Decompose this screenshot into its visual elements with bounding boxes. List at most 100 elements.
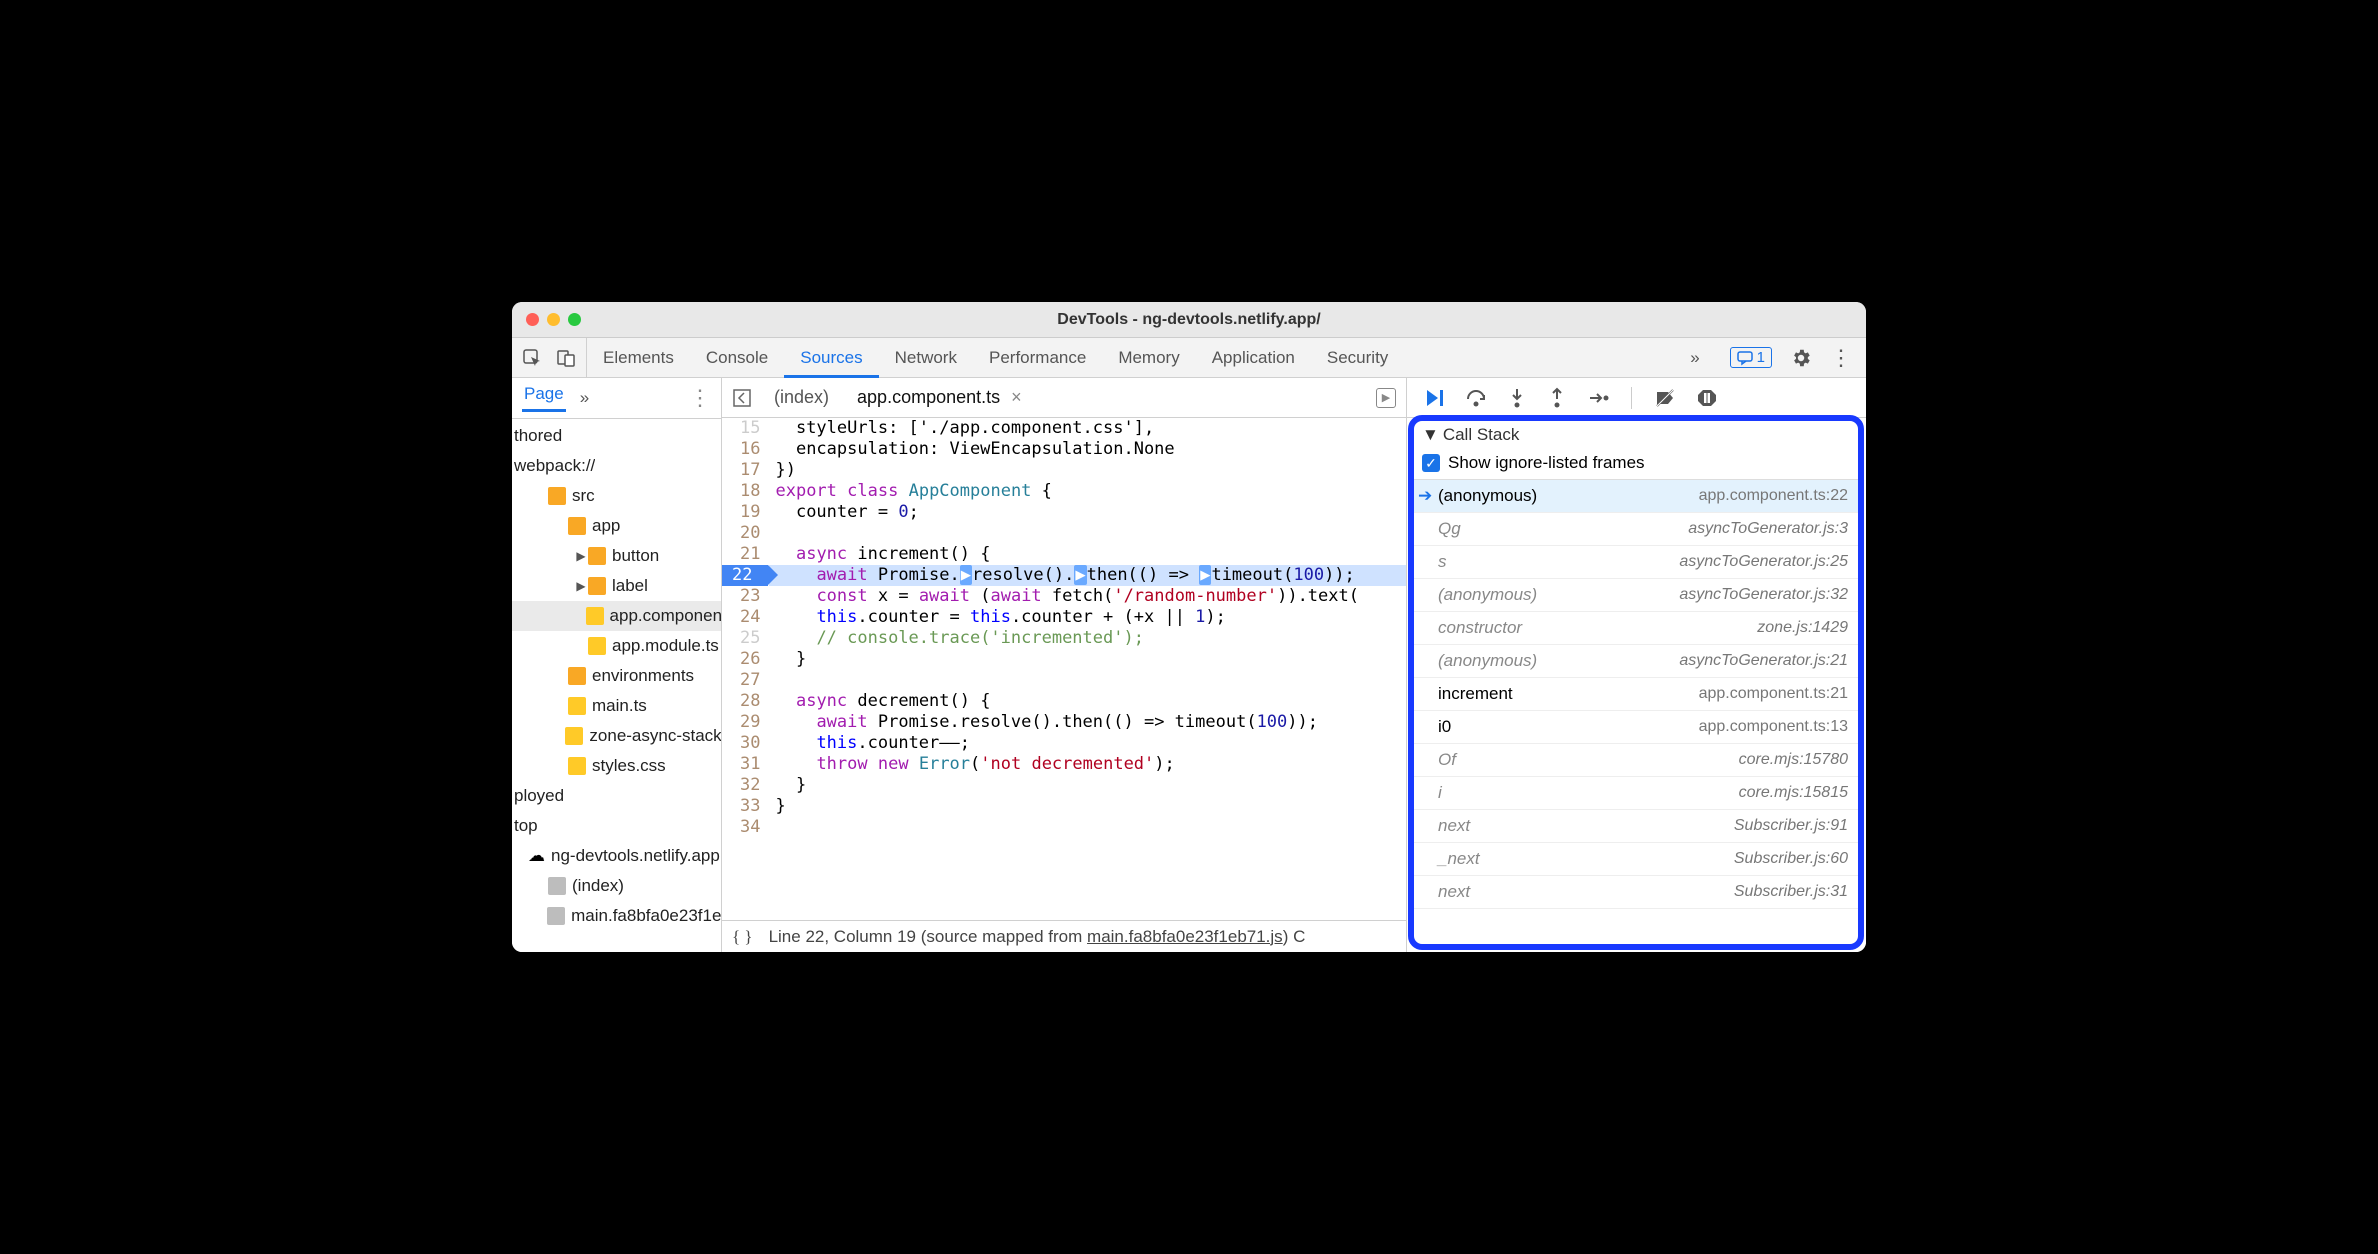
tree-item[interactable]: src (512, 481, 721, 511)
line-number[interactable]: 26 (740, 649, 760, 670)
step-icon[interactable] (1587, 387, 1609, 409)
line-number[interactable]: 31 (740, 754, 760, 775)
run-snippet-icon[interactable]: ▶ (1376, 388, 1396, 408)
tree-item[interactable]: ployed (512, 781, 721, 811)
code-line[interactable]: styleUrls: ['./app.component.css'], (769, 418, 1406, 439)
stack-frame[interactable]: (anonymous)asyncToGenerator.js:32 (1414, 579, 1858, 612)
code-line[interactable]: this.counter––; (769, 733, 1406, 754)
tab-security[interactable]: Security (1311, 338, 1404, 377)
line-number[interactable]: 21 (740, 544, 760, 565)
code-line[interactable] (769, 817, 1406, 838)
tree-item[interactable]: ▶label (512, 571, 721, 601)
tab-application[interactable]: Application (1196, 338, 1311, 377)
step-over-icon[interactable] (1465, 387, 1487, 409)
tree-item[interactable]: main.fa8bfa0e23f1eb (512, 901, 721, 931)
line-number[interactable]: 34 (740, 817, 760, 838)
sourcemap-link[interactable]: main.fa8bfa0e23f1eb71.js (1087, 927, 1283, 946)
tree-item[interactable]: environments (512, 661, 721, 691)
line-number[interactable]: 23 (740, 586, 760, 607)
tabs-overflow-icon[interactable]: » (1674, 338, 1715, 377)
tree-item[interactable]: app.module.ts (512, 631, 721, 661)
stack-frame[interactable]: (anonymous)asyncToGenerator.js:21 (1414, 645, 1858, 678)
code-line[interactable]: this.counter = this.counter + (+x || 1); (769, 607, 1406, 628)
code-line[interactable]: await Promise.▶resolve().▶then(() => ▶ti… (769, 565, 1406, 586)
tab-sources[interactable]: Sources (784, 338, 878, 377)
line-number[interactable]: 25 (740, 628, 760, 649)
stack-frame[interactable]: nextSubscriber.js:91 (1414, 810, 1858, 843)
stack-frame[interactable]: sasyncToGenerator.js:25 (1414, 546, 1858, 579)
tree-item[interactable]: zone-async-stack-tag (512, 721, 721, 751)
code-line[interactable]: }) (769, 460, 1406, 481)
tree-item[interactable]: app (512, 511, 721, 541)
close-tab-icon[interactable]: × (1011, 387, 1022, 407)
callstack-header[interactable]: ▼ Call Stack (1414, 421, 1858, 449)
line-number[interactable]: 22 (722, 565, 768, 586)
line-number[interactable]: 24 (740, 607, 760, 628)
line-number[interactable]: 19 (740, 502, 760, 523)
stack-frame[interactable]: incrementapp.component.ts:21 (1414, 678, 1858, 711)
tree-item[interactable]: thored (512, 421, 721, 451)
device-toggle-icon[interactable] (556, 348, 576, 368)
code-line[interactable]: } (769, 649, 1406, 670)
code-line[interactable]: } (769, 796, 1406, 817)
stack-frame[interactable]: ➔(anonymous)app.component.ts:22 (1414, 480, 1858, 513)
tree-item[interactable]: ▶button (512, 541, 721, 571)
stack-frame[interactable]: nextSubscriber.js:31 (1414, 876, 1858, 909)
code-editor[interactable]: 1516171819202122232425262728293031323334… (722, 418, 1406, 920)
deactivate-breakpoints-icon[interactable] (1654, 387, 1676, 409)
window-maximize-button[interactable] (568, 313, 581, 326)
step-out-icon[interactable] (1547, 387, 1567, 409)
tab-memory[interactable]: Memory (1102, 338, 1195, 377)
code-line[interactable]: async decrement() { (769, 691, 1406, 712)
navigator-overflow-icon[interactable]: » (580, 388, 589, 408)
inspect-icon[interactable] (522, 348, 542, 368)
code-line[interactable] (769, 523, 1406, 544)
tree-item[interactable]: top (512, 811, 721, 841)
code-line[interactable]: await Promise.resolve().then(() => timeo… (769, 712, 1406, 733)
line-number[interactable]: 30 (740, 733, 760, 754)
line-number[interactable]: 29 (740, 712, 760, 733)
tree-item[interactable]: (index) (512, 871, 721, 901)
navigator-tab-page[interactable]: Page (522, 384, 566, 412)
code-line[interactable]: export class AppComponent { (769, 481, 1406, 502)
navigator-kebab-icon[interactable]: ⋮ (689, 385, 711, 411)
line-number[interactable]: 18 (740, 481, 760, 502)
editor-history-icon[interactable] (732, 388, 752, 408)
line-number[interactable]: 20 (740, 523, 760, 544)
stack-frame[interactable]: Ofcore.mjs:15780 (1414, 744, 1858, 777)
code-line[interactable]: async increment() { (769, 544, 1406, 565)
tab-console[interactable]: Console (690, 338, 784, 377)
settings-icon[interactable] (1790, 347, 1812, 369)
line-number[interactable]: 33 (740, 796, 760, 817)
stack-frame[interactable]: _nextSubscriber.js:60 (1414, 843, 1858, 876)
line-number[interactable]: 27 (740, 670, 760, 691)
stack-frame[interactable]: icore.mjs:15815 (1414, 777, 1858, 810)
tree-item[interactable]: webpack:// (512, 451, 721, 481)
resume-icon[interactable] (1423, 387, 1445, 409)
editor-tab[interactable]: app.component.ts × (853, 387, 1026, 408)
tree-item[interactable]: ☁︎ng-devtools.netlify.app (512, 841, 721, 871)
pretty-print-icon[interactable]: { } (732, 927, 753, 947)
tree-item[interactable]: app.component.ts (512, 601, 721, 631)
code-line[interactable]: encapsulation: ViewEncapsulation.None (769, 439, 1406, 460)
code-line[interactable]: } (769, 775, 1406, 796)
show-ignored-checkbox[interactable]: ✓ (1422, 454, 1440, 472)
tab-network[interactable]: Network (879, 338, 973, 377)
messages-badge[interactable]: 1 (1730, 347, 1772, 368)
line-number[interactable]: 16 (740, 439, 760, 460)
stack-frame[interactable]: i0app.component.ts:13 (1414, 711, 1858, 744)
editor-tab[interactable]: (index) (770, 387, 833, 408)
line-number[interactable]: 17 (740, 460, 760, 481)
tab-performance[interactable]: Performance (973, 338, 1102, 377)
code-line[interactable]: const x = await (await fetch('/random-nu… (769, 586, 1406, 607)
window-close-button[interactable] (526, 313, 539, 326)
line-number[interactable]: 15 (740, 418, 760, 439)
pause-on-exceptions-icon[interactable] (1696, 387, 1718, 409)
line-number[interactable]: 28 (740, 691, 760, 712)
tree-item[interactable]: main.ts (512, 691, 721, 721)
stack-frame[interactable]: QgasyncToGenerator.js:3 (1414, 513, 1858, 546)
code-line[interactable]: counter = 0; (769, 502, 1406, 523)
tree-item[interactable]: styles.css (512, 751, 721, 781)
stack-frame[interactable]: constructorzone.js:1429 (1414, 612, 1858, 645)
show-ignored-row[interactable]: ✓ Show ignore-listed frames (1414, 449, 1858, 480)
